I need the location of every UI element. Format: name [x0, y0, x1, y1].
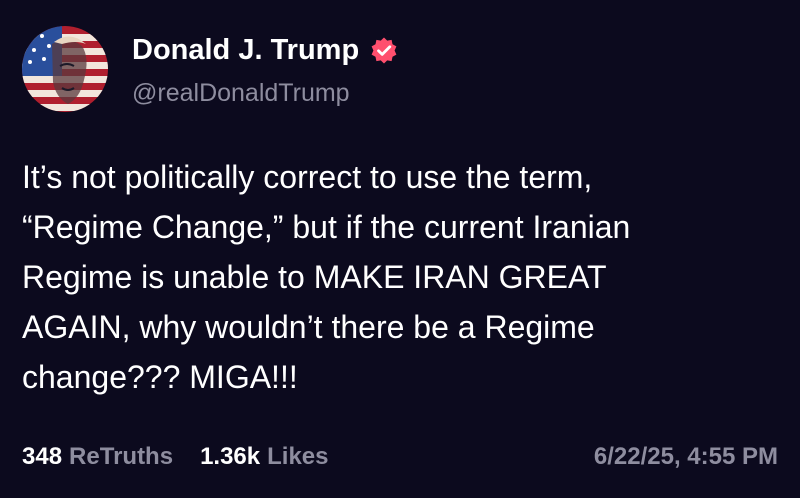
post-timestamp[interactable]: 6/22/25, 4:55 PM: [594, 443, 778, 471]
author-name-row: Donald J. Trump: [132, 34, 399, 67]
retruths-count: 348: [22, 443, 63, 470]
avatar-flag-portrait-image: [22, 26, 108, 112]
likes-label: Likes: [267, 443, 329, 470]
verified-badge-icon: [369, 36, 399, 66]
likes-stat[interactable]: 1.36k Likes: [200, 443, 328, 471]
post-stats: 348 ReTruths 1.36k Likes: [22, 443, 329, 471]
retruths-label: ReTruths: [69, 443, 174, 470]
author-display-name[interactable]: Donald J. Trump: [132, 34, 359, 67]
retruths-stat[interactable]: 348 ReTruths: [22, 443, 173, 471]
likes-count: 1.36k: [200, 443, 261, 470]
post-body-text: It’s not politically correct to use the …: [22, 159, 631, 395]
author-handle[interactable]: @realDonaldTrump: [132, 79, 350, 108]
author-avatar[interactable]: [22, 26, 108, 112]
